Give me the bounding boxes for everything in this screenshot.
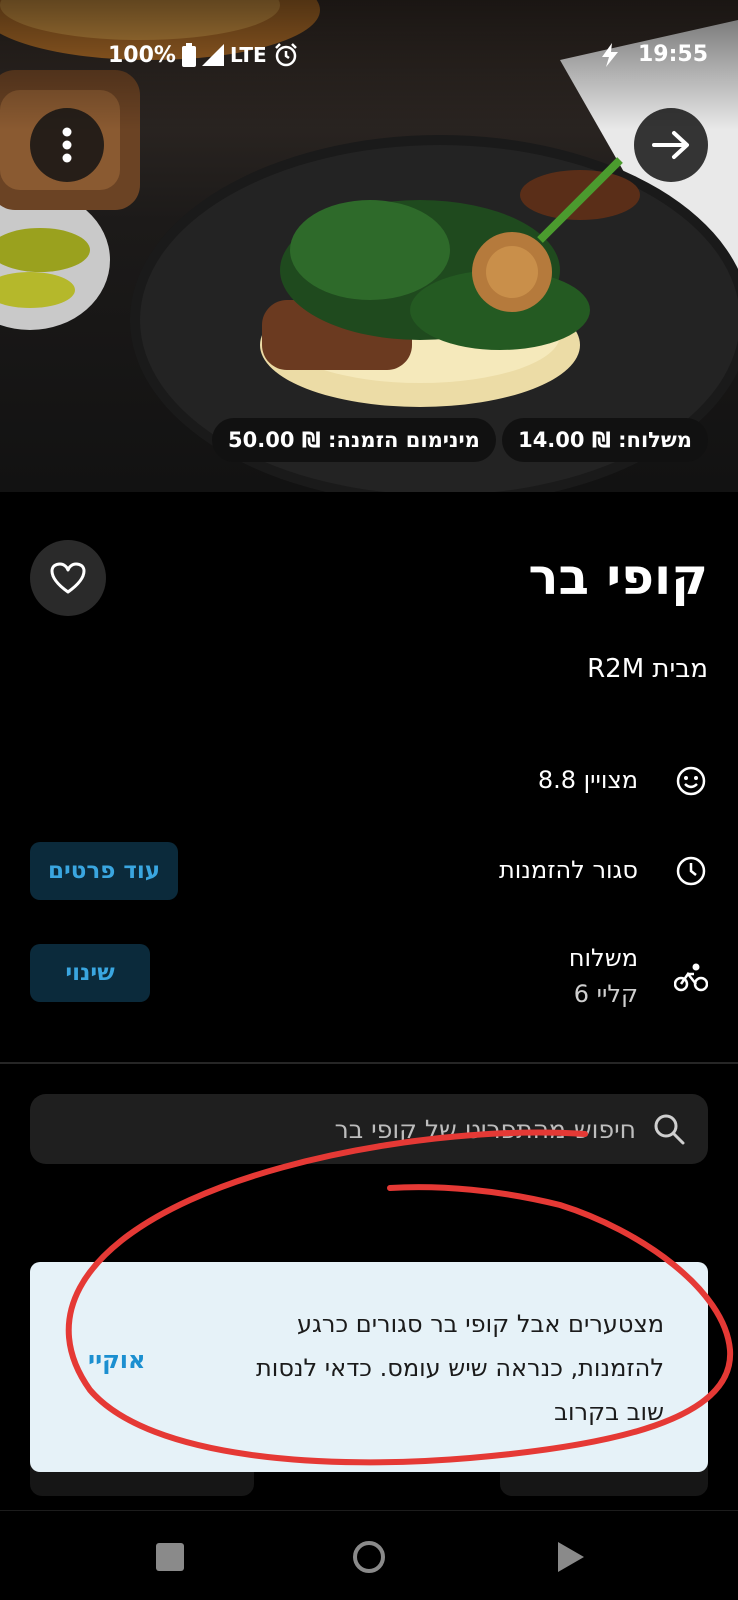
- status-right: 19:55: [600, 42, 708, 67]
- home-button[interactable]: [349, 1537, 389, 1577]
- toast-ok-button[interactable]: אוקיי: [88, 1346, 146, 1374]
- arrow-right-icon: [652, 131, 689, 159]
- status-bar: 100% LTE 19:55: [0, 36, 738, 80]
- smiley-icon: [674, 764, 708, 798]
- signal-icon: [201, 44, 224, 66]
- flash-icon: [601, 42, 618, 67]
- menu-search-bar[interactable]: [30, 1094, 708, 1164]
- bicycle-icon: [674, 960, 708, 994]
- restaurant-name: קופי בר: [528, 548, 708, 606]
- restaurant-subtitle: מבית R2M: [587, 654, 708, 684]
- order-status-text: סגור להזמנות: [498, 856, 638, 884]
- favorite-button[interactable]: [30, 540, 106, 616]
- heart-icon: [50, 562, 86, 594]
- system-navigation-bar: [0, 1510, 738, 1600]
- back-button[interactable]: [634, 108, 708, 182]
- min-order-badge: מינימום הזמנה: ₪ 50.00: [212, 418, 496, 462]
- hero-image: 100% LTE 19:55 משלוח: ₪ 14.00 מינימום הז…: [0, 0, 738, 492]
- battery-icon: [181, 43, 196, 67]
- closed-notice-toast: מצטערים אבל קופי בר סגורים כרגע להזמנות,…: [30, 1262, 708, 1472]
- menu-search-input[interactable]: [76, 1094, 636, 1164]
- back-nav-button[interactable]: [550, 1537, 590, 1577]
- more-details-button[interactable]: עוד פרטים: [30, 842, 178, 900]
- circle-icon: [353, 1541, 385, 1573]
- search-icon: [654, 1114, 685, 1145]
- delivery-provider: קליי 6: [573, 980, 638, 1008]
- clock: 19:55: [637, 42, 708, 67]
- network-type: LTE: [229, 43, 267, 67]
- delivery-fee-badge: משלוח: ₪ 14.00: [502, 418, 708, 462]
- triangle-icon: [558, 1542, 584, 1572]
- square-icon: [156, 1543, 184, 1571]
- status-left: 100% LTE: [108, 42, 299, 68]
- clock-icon: [674, 854, 708, 888]
- recents-button[interactable]: [150, 1537, 190, 1577]
- change-delivery-button[interactable]: שינוי: [30, 944, 150, 1002]
- kebab-menu-icon: [62, 127, 72, 163]
- rating-text: מצויין 8.8: [537, 766, 638, 794]
- section-divider: [0, 1062, 738, 1064]
- more-options-button[interactable]: [30, 108, 104, 182]
- alarm-icon: [274, 43, 297, 67]
- delivery-label: משלוח: [568, 944, 638, 972]
- toast-message: מצטערים אבל קופי בר סגורים כרגע להזמנות,…: [256, 1310, 664, 1426]
- battery-percent: 100%: [108, 42, 176, 68]
